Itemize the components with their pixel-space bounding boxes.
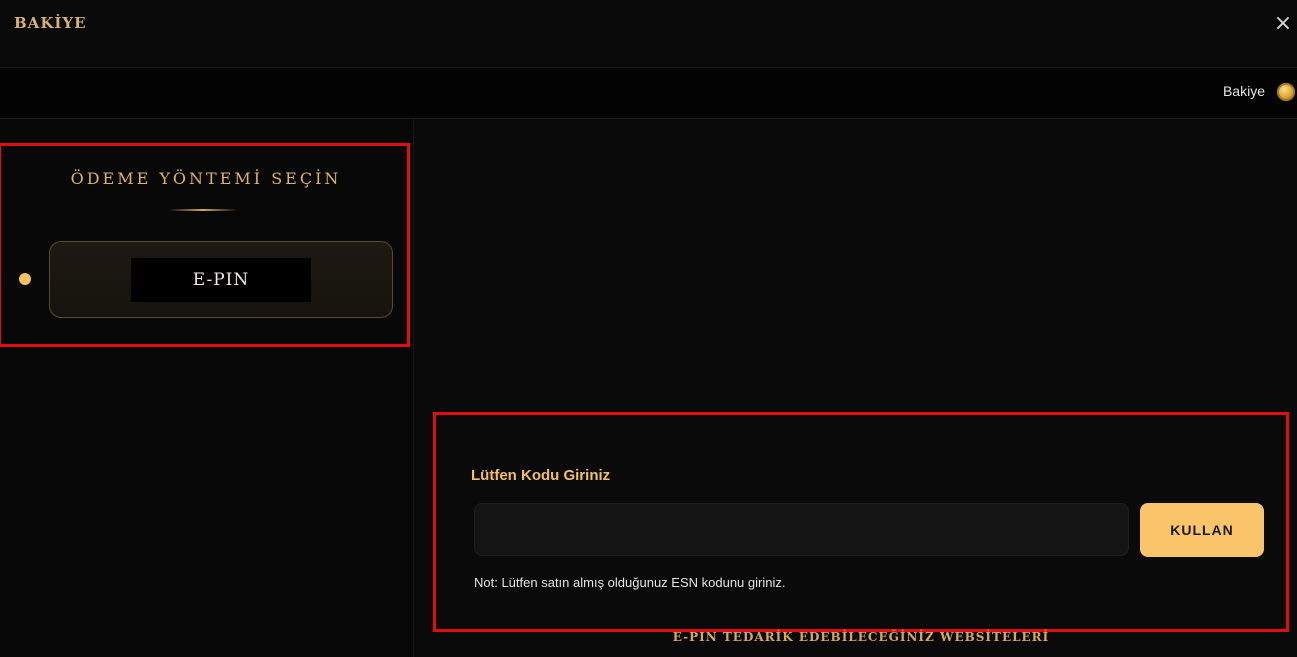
coin-icon	[1277, 83, 1295, 101]
method-radio-selected[interactable]	[19, 273, 31, 285]
sites-section-heading: E-PIN TEDARİK EDEBİLECEĞİNİZ WEBSİTELERİ	[672, 630, 1050, 644]
code-note: Not: Lütfen satın almış olduğunuz ESN ko…	[474, 575, 786, 590]
heading-divider	[168, 209, 238, 211]
close-button[interactable]: ×	[1271, 12, 1295, 36]
payment-method-panel: ÖDEME YÖNTEMİ SEÇİN E-PIN	[0, 119, 414, 657]
method-option-epin[interactable]: E-PIN	[49, 241, 393, 318]
dialog-header: BAKİYE ×	[0, 0, 1297, 68]
dialog-title: BAKİYE	[14, 14, 87, 32]
method-section-heading: ÖDEME YÖNTEMİ SEÇİN	[70, 169, 342, 188]
balance-dialog: BAKİYE × Bakiye ÖDEME YÖNTEMİ SEÇİN E-PI…	[0, 0, 1297, 657]
balance-label: Bakiye	[1222, 83, 1265, 99]
code-input-label: Lütfen Kodu Giriniz	[471, 467, 611, 484]
balance-bar: Bakiye	[0, 68, 1297, 119]
use-code-button[interactable]: KULLAN	[1140, 503, 1264, 557]
code-entry-panel: Lütfen Kodu Giriniz KULLAN Not: Lütfen s…	[414, 119, 1297, 657]
close-icon: ×	[1273, 11, 1293, 36]
code-input[interactable]	[474, 503, 1129, 556]
method-option-label: E-PIN	[131, 258, 311, 302]
